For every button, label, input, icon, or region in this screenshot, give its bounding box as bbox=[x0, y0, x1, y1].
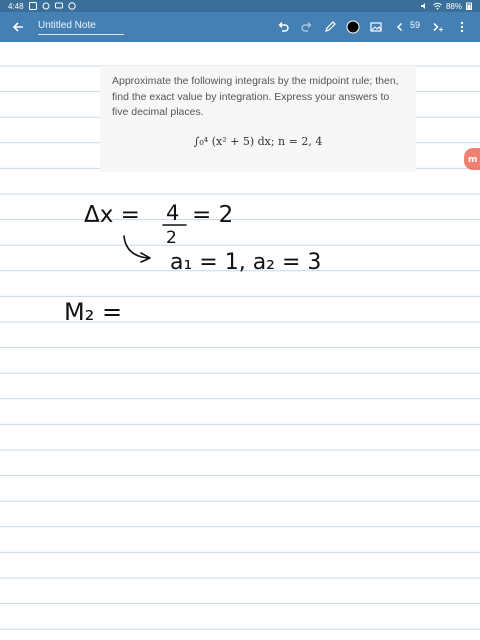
previous-page-button[interactable] bbox=[390, 17, 410, 37]
back-button[interactable] bbox=[8, 17, 28, 37]
mute-icon bbox=[420, 3, 425, 9]
undo-icon bbox=[278, 22, 289, 32]
status-left: 4:48 bbox=[8, 2, 76, 11]
handwriting-layer: Δx = 4 2 = 2 a₁ = 1, a₂ = 3 M₂ = bbox=[64, 201, 321, 326]
note-title-field[interactable]: Untitled Note bbox=[38, 19, 124, 35]
status-right: 88% bbox=[420, 2, 472, 11]
settings-notification-icon bbox=[42, 2, 50, 10]
hw-line-3: M₂ = bbox=[64, 298, 122, 326]
page-number: 59 bbox=[410, 20, 421, 30]
hw-arrow bbox=[123, 235, 151, 263]
hw-result: = 2 bbox=[192, 202, 233, 228]
chevron-left-icon bbox=[396, 22, 403, 32]
color-picker-button[interactable] bbox=[343, 17, 363, 37]
message-notification-icon bbox=[54, 2, 63, 9]
arrow-left-icon bbox=[12, 22, 23, 32]
battery-icon bbox=[466, 2, 472, 10]
status-time: 4:48 bbox=[8, 1, 24, 11]
pen-icon bbox=[325, 21, 336, 32]
wifi-icon bbox=[433, 2, 442, 10]
google-notification-icon bbox=[67, 2, 76, 10]
chevron-right-add-icon bbox=[433, 22, 443, 32]
battery-percent: 88% bbox=[445, 1, 462, 11]
hw-delta-x: Δx = bbox=[84, 202, 140, 228]
black-color-swatch-icon bbox=[346, 20, 360, 34]
redo-button[interactable] bbox=[297, 17, 317, 37]
redo-icon bbox=[301, 22, 312, 32]
status-bar: 4:48 88% bbox=[0, 0, 480, 12]
undo-button[interactable] bbox=[273, 17, 293, 37]
handwriting-line-1: Δx = 4 2 = 2 bbox=[84, 201, 233, 248]
insert-image-button[interactable] bbox=[366, 17, 386, 37]
photo-notification-icon bbox=[28, 2, 37, 10]
next-page-button[interactable] bbox=[428, 17, 448, 37]
more-options-button[interactable] bbox=[452, 17, 472, 37]
note-canvas[interactable]: Approximate the following integrals by t… bbox=[0, 42, 480, 640]
hw-fraction-denominator: 2 bbox=[166, 228, 177, 248]
pen-tool-button[interactable] bbox=[320, 17, 340, 37]
more-vertical-icon bbox=[460, 21, 464, 33]
hw-fraction-numerator: 4 bbox=[166, 201, 179, 225]
toolbar: Untitled Note 59 bbox=[0, 12, 480, 42]
hw-line-2: a₁ = 1, a₂ = 3 bbox=[170, 250, 321, 275]
image-icon bbox=[370, 22, 382, 32]
